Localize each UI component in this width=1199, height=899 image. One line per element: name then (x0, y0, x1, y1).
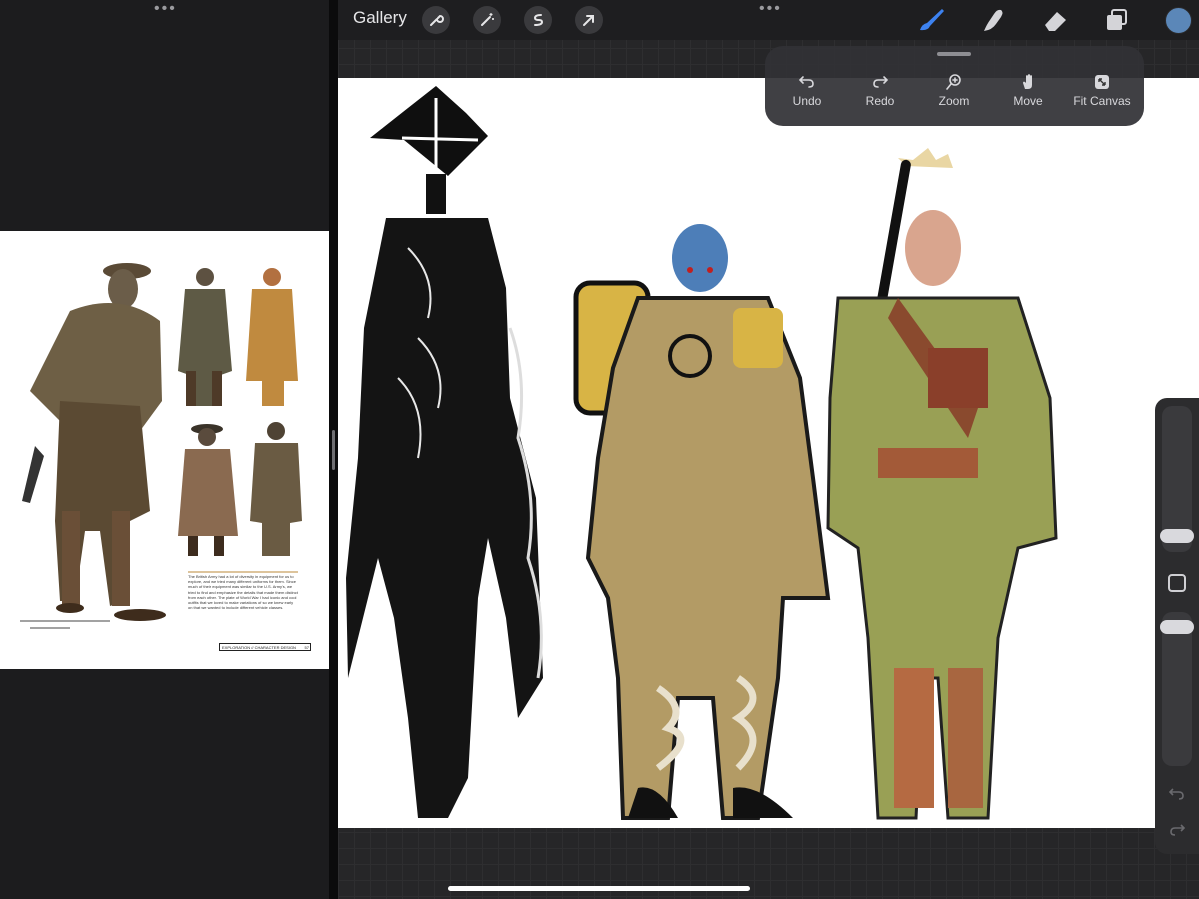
zoom-button[interactable]: Zoom (919, 74, 989, 110)
split-view-handle[interactable] (332, 430, 335, 470)
opacity-slider[interactable] (1160, 612, 1194, 766)
top-toolbar: Gallery ••• (338, 0, 1199, 40)
canvas-artwork (346, 86, 1058, 820)
sketch-figure-rifleman (826, 148, 1058, 820)
sidebar-redo-icon[interactable] (1168, 822, 1186, 838)
hand-icon (1023, 74, 1032, 89)
smudge-icon[interactable] (978, 6, 1008, 34)
ref-figure-small-4 (250, 422, 302, 556)
modify-button[interactable] (1168, 574, 1186, 592)
ref-figure-cape-soldier (22, 263, 166, 621)
multitasking-dots-left[interactable]: ••• (154, 1, 177, 17)
wrench-icon[interactable] (422, 6, 450, 34)
ref-figure-small-3 (178, 424, 238, 556)
quick-menu-panel: Undo Redo Zoom Move Fit Canvas (765, 46, 1144, 126)
brush-icon[interactable] (916, 6, 946, 34)
zoom-icon (946, 74, 961, 90)
redo-label: Redo (865, 94, 895, 108)
sidebar-undo-icon[interactable] (1168, 786, 1186, 802)
fit-canvas-label: Fit Canvas (1073, 94, 1131, 108)
drawing-canvas[interactable] (338, 78, 1199, 828)
reference-pane: ••• The British Army had a lot of divers… (0, 0, 329, 899)
sketch-figure-creature (346, 86, 543, 818)
brush-size-knob[interactable] (1160, 529, 1194, 543)
reference-footer: EXPLORATION // CHARACTER DESIGN 57 (219, 643, 311, 651)
ref-figure-small-1 (178, 268, 232, 406)
undo-label: Undo (792, 94, 822, 108)
color-picker-swatch[interactable] (1165, 7, 1192, 34)
zoom-label: Zoom (938, 94, 970, 108)
fit-canvas-icon (1095, 75, 1109, 89)
gallery-button[interactable]: Gallery (353, 8, 407, 28)
brush-size-slider[interactable] (1160, 406, 1194, 552)
undo-icon (798, 76, 814, 88)
eraser-icon[interactable] (1040, 6, 1070, 34)
magic-wand-icon[interactable] (473, 6, 501, 34)
transform-arrow-icon[interactable] (575, 6, 603, 34)
move-button[interactable]: Move (993, 74, 1063, 110)
redo-icon (873, 76, 889, 88)
move-label: Move (1013, 94, 1043, 108)
reference-caption: The British Army had a lot of diversity … (188, 574, 298, 611)
sketch-figure-blue-helmet (573, 224, 831, 820)
quick-menu-grabber[interactable] (937, 52, 971, 56)
procreate-pane: Gallery ••• Undo Redo Zoom Move Fit Canv… (338, 0, 1199, 899)
home-indicator[interactable] (448, 886, 750, 891)
opacity-knob[interactable] (1160, 620, 1194, 634)
fit-canvas-button[interactable]: Fit Canvas (1067, 74, 1137, 110)
ref-figure-small-2 (246, 268, 298, 406)
redo-button[interactable]: Redo (845, 74, 915, 110)
brush-sidebar (1155, 398, 1199, 854)
layers-icon[interactable] (1102, 6, 1132, 34)
selection-icon[interactable] (524, 6, 552, 34)
multitasking-dots-right[interactable]: ••• (759, 1, 782, 17)
undo-button[interactable]: Undo (772, 74, 842, 110)
reference-section-label: EXPLORATION // CHARACTER DESIGN (222, 645, 296, 650)
reference-page-number: 57 (304, 645, 309, 650)
